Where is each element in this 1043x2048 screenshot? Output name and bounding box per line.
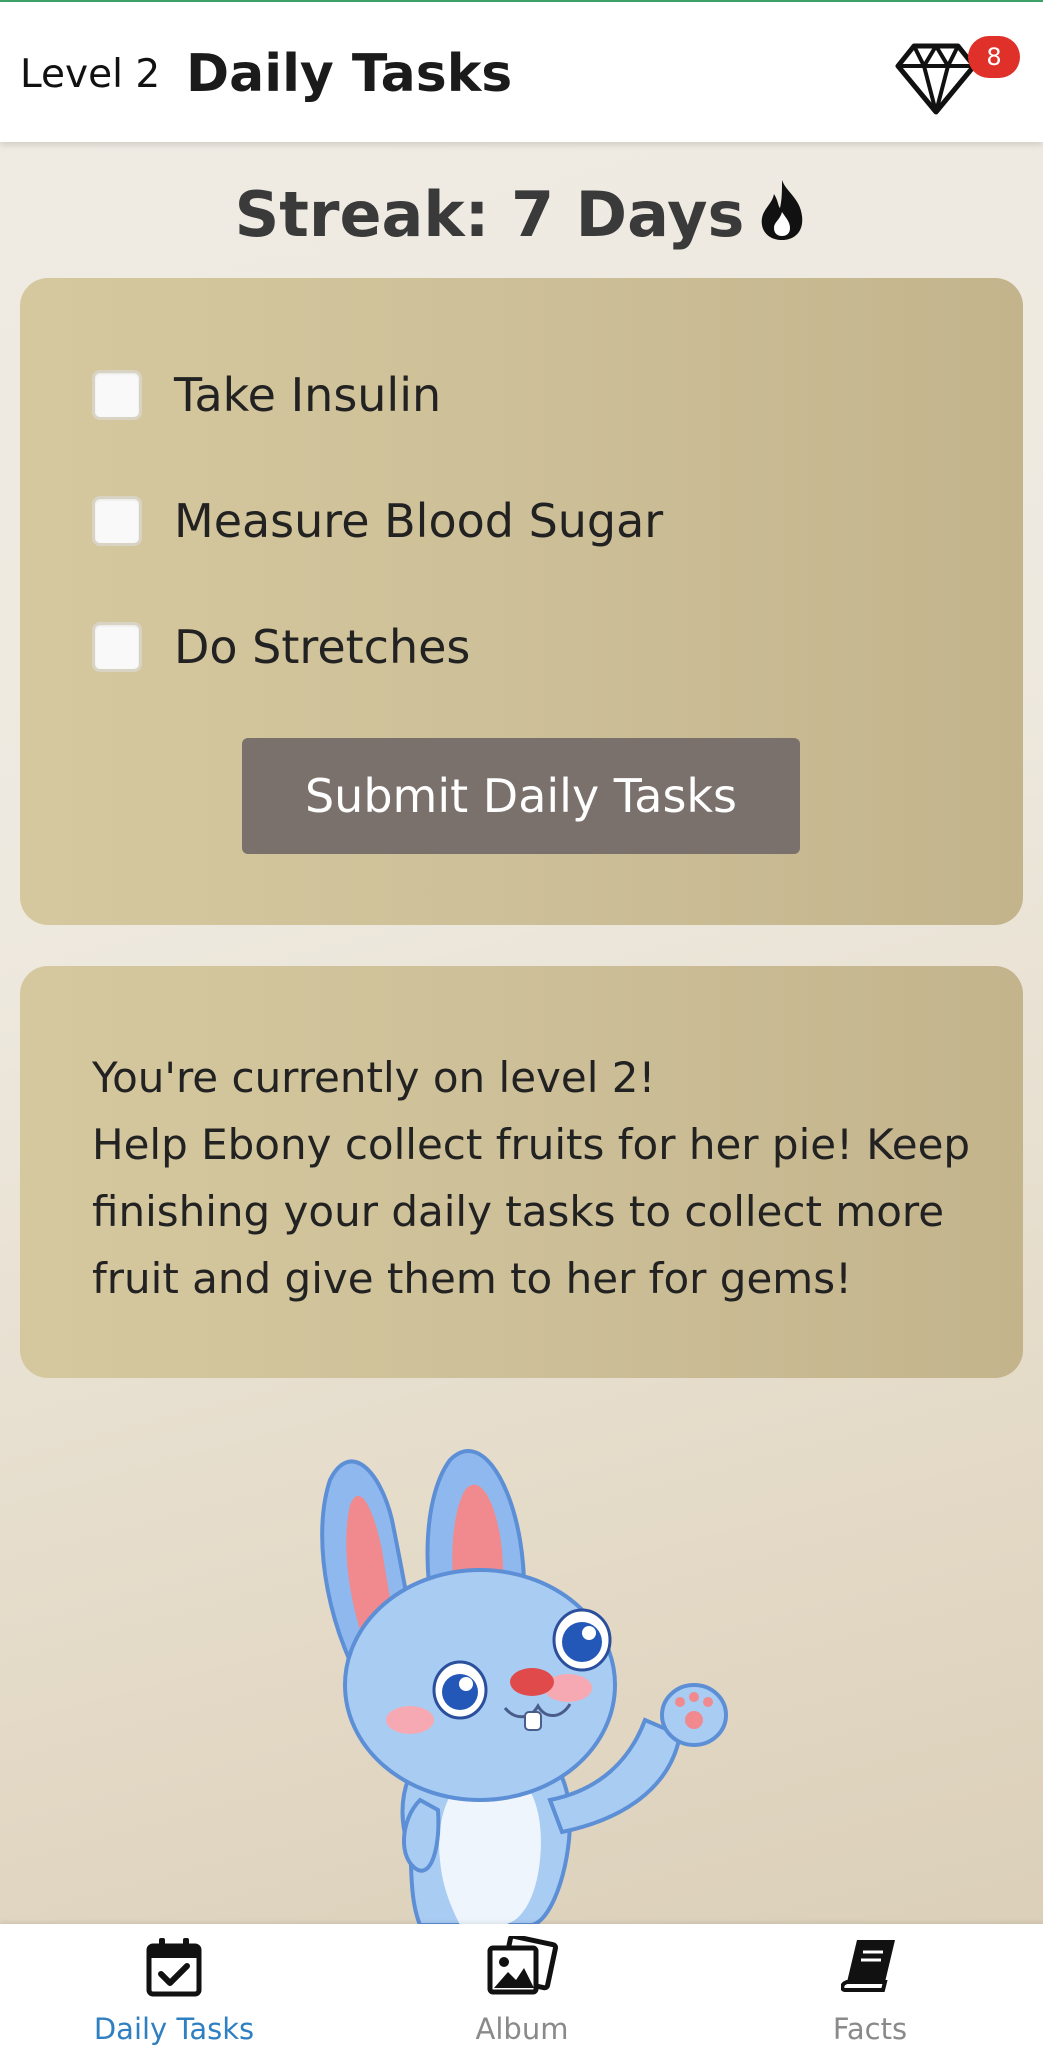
flame-icon — [756, 178, 808, 257]
task-item-take-insulin[interactable]: Take Insulin — [92, 360, 441, 430]
task-label: Take Insulin — [174, 368, 442, 422]
task-label: Measure Blood Sugar — [174, 494, 664, 548]
level-info-text: You're currently on level 2! Help Ebony … — [92, 1044, 972, 1312]
nav-label: Facts — [832, 2012, 908, 2046]
nav-tab-facts[interactable]: Facts — [720, 1924, 1020, 2048]
app-header: Level 2 Daily Tasks 8 — [0, 2, 1043, 142]
task-checkbox[interactable] — [92, 622, 142, 672]
task-checkbox[interactable] — [92, 370, 142, 420]
daily-tasks-card: Take Insulin Measure Blood Sugar Do Stre… — [20, 278, 1023, 925]
level-label: Level 2 — [20, 52, 161, 97]
streak-heading: Streak: 7 Days — [0, 178, 1043, 257]
streak-text: Streak: 7 Days — [234, 178, 745, 251]
submit-daily-tasks-button[interactable]: Submit Daily Tasks — [242, 738, 800, 854]
nav-tab-daily-tasks[interactable]: Daily Tasks — [24, 1924, 324, 2048]
level-info-description: Help Ebony collect fruits for her pie! K… — [92, 1120, 971, 1303]
nav-label: Album — [475, 2012, 569, 2046]
bunny-illustration — [320, 1449, 728, 1925]
task-item-do-stretches[interactable]: Do Stretches — [92, 612, 470, 682]
task-label: Do Stretches — [174, 620, 471, 674]
level-info-line: You're currently on level 2! — [92, 1053, 656, 1102]
page-title: Daily Tasks — [186, 44, 513, 104]
gem-count-badge: 8 — [968, 36, 1020, 78]
gem-counter[interactable]: 8 — [894, 32, 1024, 122]
bottom-nav: Daily Tasks Album Facts — [0, 1924, 1043, 2048]
nav-tab-album[interactable]: Album — [372, 1924, 672, 2048]
calendar-check-icon — [145, 1936, 203, 2002]
book-icon — [840, 1936, 899, 1998]
photos-icon — [486, 1933, 559, 2002]
task-checkbox[interactable] — [92, 496, 142, 546]
gem-icon — [895, 43, 977, 115]
task-item-measure-blood-sugar[interactable]: Measure Blood Sugar — [92, 486, 663, 556]
nav-label: Daily Tasks — [93, 2012, 255, 2046]
level-info-card: You're currently on level 2! Help Ebony … — [20, 966, 1023, 1378]
